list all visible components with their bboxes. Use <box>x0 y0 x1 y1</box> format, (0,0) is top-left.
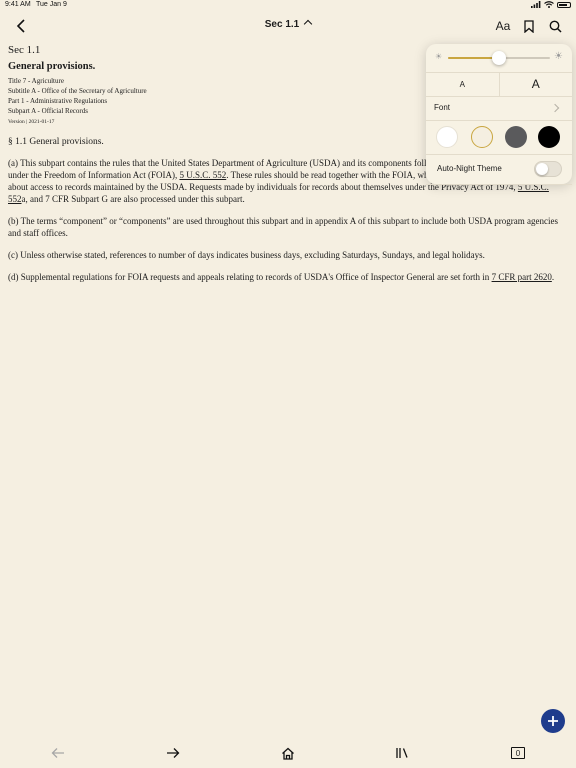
theme-gray-swatch[interactable] <box>505 126 527 148</box>
auto-night-toggle[interactable] <box>534 161 562 177</box>
arrow-left-icon <box>51 748 64 758</box>
dim-sun-icon: ☀ <box>435 52 443 61</box>
theme-black-swatch[interactable] <box>538 126 560 148</box>
bookmark-button[interactable] <box>520 17 538 35</box>
small-text-label: A <box>459 79 465 89</box>
reading-settings-popover: ☀ ☀ A A Font Auto-Night Theme <box>426 44 572 185</box>
wifi-icon <box>544 1 554 8</box>
section-title-menu[interactable]: Sec 1.1 <box>0 19 576 30</box>
home-button[interactable] <box>279 744 297 762</box>
chevron-up-icon <box>303 19 313 29</box>
toggle-knob <box>536 163 548 175</box>
navigation-bar: Sec 1.1 Aa <box>0 12 576 40</box>
section-title-label: Sec 1.1 <box>264 19 300 30</box>
search-icon <box>549 20 562 33</box>
brightness-slider-thumb[interactable] <box>492 51 506 65</box>
bottom-toolbar: 0 <box>0 740 576 766</box>
battery-icon <box>557 1 571 8</box>
add-note-button[interactable] <box>541 709 565 733</box>
large-text-label: A <box>531 77 540 91</box>
status-date: Tue Jan 9 <box>36 1 67 8</box>
chevron-right-icon <box>550 103 560 113</box>
home-icon <box>282 747 294 760</box>
cellular-signal-icon <box>531 1 541 8</box>
library-button[interactable] <box>393 744 411 762</box>
text-settings-label: Aa <box>495 19 511 33</box>
bright-sun-icon: ☀ <box>554 51 563 62</box>
nav-actions: Aa <box>494 17 564 35</box>
arrow-right-icon <box>167 748 180 758</box>
status-bar: 9:41 AM Tue Jan 9 <box>0 0 576 12</box>
auto-night-row: Auto-Night Theme <box>426 154 572 185</box>
search-button[interactable] <box>546 17 564 35</box>
theme-sepia-swatch[interactable] <box>471 126 493 148</box>
previous-button[interactable] <box>49 744 67 762</box>
font-picker-row[interactable]: Font <box>426 96 572 121</box>
paragraph-b: (b) The terms “component” or “components… <box>8 216 558 238</box>
font-label: Font <box>434 103 451 112</box>
text-size-row: A A <box>426 72 572 97</box>
bookmark-icon <box>524 19 534 33</box>
tab-count-badge: 0 <box>511 747 525 759</box>
next-button[interactable] <box>164 744 182 762</box>
decrease-text-size-button[interactable]: A <box>426 72 499 96</box>
auto-night-label: Auto-Night Theme <box>437 164 502 173</box>
citation-link[interactable]: 7 CFR part 2620 <box>492 272 552 282</box>
tabs-button[interactable]: 0 <box>509 744 527 762</box>
library-icon <box>396 748 408 758</box>
text-settings-button[interactable]: Aa <box>494 17 512 35</box>
citation-link[interactable]: 5 U.S.C. 552 <box>179 170 226 180</box>
plus-icon <box>548 716 558 726</box>
brightness-row: ☀ ☀ <box>426 44 572 73</box>
status-indicators <box>531 1 571 8</box>
increase-text-size-button[interactable]: A <box>498 72 573 96</box>
theme-white-swatch[interactable] <box>436 126 458 148</box>
status-time: 9:41 AM <box>5 1 31 8</box>
brightness-slider[interactable] <box>448 51 550 65</box>
theme-row <box>426 120 572 155</box>
paragraph-d: (d) Supplemental regulations for FOIA re… <box>8 272 555 282</box>
paragraph-c: (c) Unless otherwise stated, references … <box>8 250 485 260</box>
